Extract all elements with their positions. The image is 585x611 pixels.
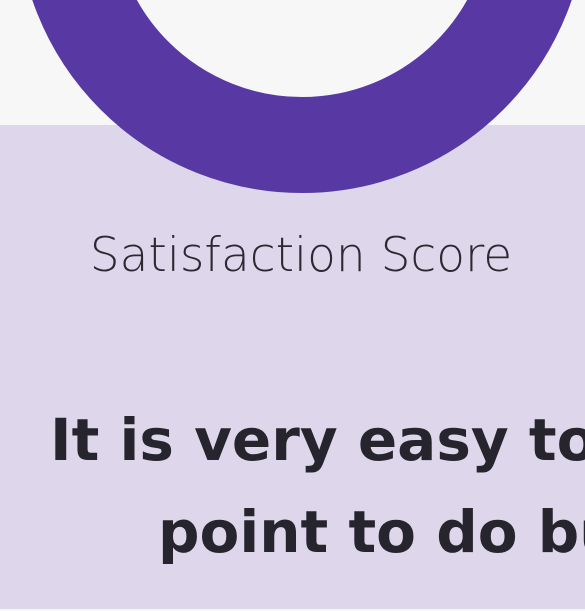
satisfaction-ring (32, 0, 572, 193)
score-label: Satisfaction Score (89, 228, 513, 283)
satisfaction-ring-arc (32, 0, 572, 193)
quote-line-2: point to do bu (158, 498, 585, 566)
quote-line-1: It is very easy to (50, 406, 585, 474)
satisfaction-view: Satisfaction Score It is very easy to po… (0, 0, 585, 611)
feedback-quote: It is very easy to point to do bu (50, 394, 585, 578)
